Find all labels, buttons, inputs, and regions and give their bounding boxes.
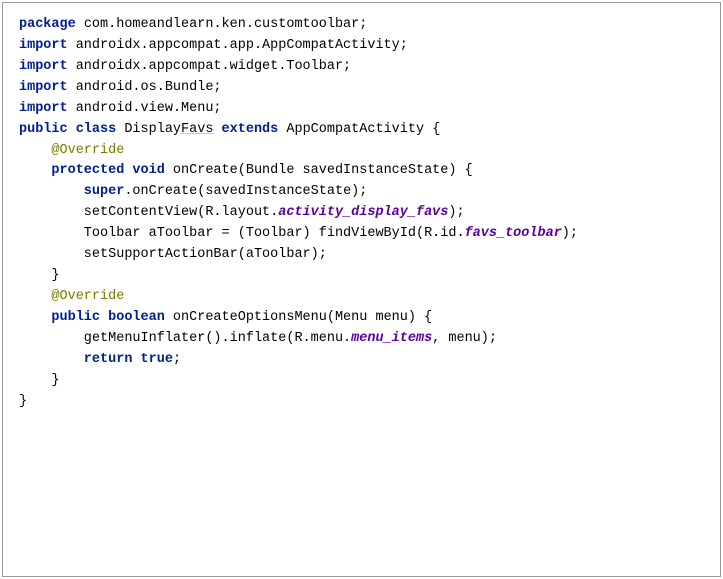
code-line: import androidx.appcompat.app.AppCompatA… [19, 36, 704, 57]
code-line: setContentView(R.layout.activity_display… [19, 203, 704, 224]
text: Display [116, 122, 181, 137]
text: Toolbar aToolbar = (Toolbar) findViewByI… [19, 226, 465, 241]
text: getMenuInflater().inflate(R.menu. [19, 331, 351, 346]
text: androidx.appcompat.widget.Toolbar; [68, 59, 352, 74]
text: androidx.appcompat.app.AppCompatActivity… [68, 38, 408, 53]
text: onCreate(Bundle savedInstanceState) { [165, 163, 473, 178]
resource-id: menu_items [351, 331, 432, 346]
code-block: package com.homeandlearn.ken.customtoolb… [2, 2, 721, 577]
text [213, 122, 221, 137]
code-line: setSupportActionBar(aToolbar); [19, 245, 704, 266]
code-line: import androidx.appcompat.widget.Toolbar… [19, 57, 704, 78]
text: com.homeandlearn.ken.customtoolbar; [76, 17, 368, 32]
code-line: } [19, 371, 704, 392]
code-line: protected void onCreate(Bundle savedInst… [19, 161, 704, 182]
keyword-import: import [19, 101, 68, 116]
code-line: super.onCreate(savedInstanceState); [19, 182, 704, 203]
code-line: import android.view.Menu; [19, 99, 704, 120]
code-line: public boolean onCreateOptionsMenu(Menu … [19, 308, 704, 329]
code-line: package com.homeandlearn.ken.customtoolb… [19, 15, 704, 36]
keyword-import: import [19, 80, 68, 95]
code-line: return true; [19, 350, 704, 371]
text: ; [173, 352, 181, 367]
keyword-import: import [19, 38, 68, 53]
code-line: public class DisplayFavs extends AppComp… [19, 120, 704, 141]
text: .onCreate(savedInstanceState); [124, 184, 367, 199]
code-line: } [19, 392, 704, 413]
keyword-class: public class [19, 122, 116, 137]
keyword-import: import [19, 59, 68, 74]
keyword-package: package [19, 17, 76, 32]
text: AppCompatActivity { [278, 122, 440, 137]
code-line: import android.os.Bundle; [19, 78, 704, 99]
resource-id: favs_toolbar [465, 226, 562, 241]
text: setContentView(R.layout. [19, 205, 278, 220]
text: ); [448, 205, 464, 220]
annotation: @Override [19, 141, 704, 162]
keyword-super: super [19, 184, 124, 199]
text: android.os.Bundle; [68, 80, 222, 95]
text: Favs [181, 122, 213, 137]
code-line: } [19, 266, 704, 287]
text: onCreateOptionsMenu(Menu menu) { [165, 310, 432, 325]
keyword-return: return true [19, 352, 173, 367]
keyword-method: protected void [19, 163, 165, 178]
text: android.view.Menu; [68, 101, 222, 116]
keyword-method: public boolean [19, 310, 165, 325]
text: ); [562, 226, 578, 241]
text: , menu); [432, 331, 497, 346]
resource-id: activity_display_favs [278, 205, 448, 220]
keyword-extends: extends [222, 122, 279, 137]
code-line: Toolbar aToolbar = (Toolbar) findViewByI… [19, 224, 704, 245]
annotation: @Override [19, 287, 704, 308]
code-line: getMenuInflater().inflate(R.menu.menu_it… [19, 329, 704, 350]
